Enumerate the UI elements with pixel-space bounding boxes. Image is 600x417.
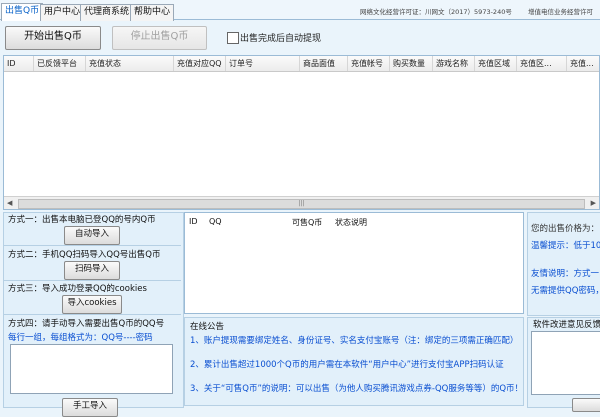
tab-help-center[interactable]: 帮助中心 [130, 4, 175, 21]
divider [3, 245, 181, 246]
start-selling-button[interactable]: 开始出售Q币 [5, 26, 101, 50]
column-header[interactable]: 充值区域 [475, 56, 517, 71]
method-2-label: 方式二：手机QQ扫码导入QQ号出售Q币 [8, 250, 161, 260]
tab-agent-system[interactable]: 代理商系统 [80, 4, 134, 21]
scroll-left-icon[interactable]: ◀ [7, 199, 12, 207]
method-4-hint: 每行一组，每组格式为：QQ号----密码 [8, 333, 153, 343]
divider [3, 280, 181, 281]
notice-item: 1、账户提现需要绑定姓名、身份证号、实名支付宝账号（注：绑定的三项需正确匹配） [190, 336, 519, 346]
online-notice-panel: 在线公告 1、账户提现需要绑定姓名、身份证号、实名支付宝账号（注：绑定的三项需正… [184, 317, 524, 406]
qq-account-table[interactable]: ID QQ 可售Q币 状态说明 [184, 212, 524, 314]
column-header[interactable]: 订单号 [226, 56, 300, 71]
column-header[interactable]: ID [189, 217, 198, 226]
icp-license-text: 网络文化经营许可证：川网文（2017）5973-240号 [360, 8, 512, 16]
divider [3, 314, 181, 315]
tab-user-center[interactable]: 用户中心 [40, 4, 85, 21]
column-header[interactable]: 状态说明 [335, 217, 367, 228]
auto-withdraw-checkbox[interactable] [227, 32, 239, 44]
column-header[interactable]: 充值状态 [86, 56, 174, 71]
tab-bar: 出售Q币 用户中心 代理商系统 帮助中心 网络文化经营许可证：川网文（2017）… [0, 0, 600, 21]
price-label: 您的出售价格为： [531, 224, 600, 234]
qr-import-button[interactable]: 扫码导入 [64, 261, 120, 280]
stop-selling-button[interactable]: 停止出售Q币 [112, 26, 207, 50]
column-header[interactable]: 购买数量 [390, 56, 433, 71]
feedback-title: 软件改进意见反馈 [533, 320, 600, 330]
auto-import-button[interactable]: 自动导入 [64, 226, 120, 245]
method-1-label: 方式一：出售本电脑已登QQ的号内Q币 [8, 215, 156, 225]
column-header[interactable]: 商品面值 [300, 56, 348, 71]
cookies-import-button[interactable]: 导入cookies [62, 295, 122, 314]
column-header[interactable]: 充值对应QQ [174, 56, 226, 71]
tab-sell-qcoin[interactable]: 出售Q币 [1, 3, 44, 21]
notice-item: 2、累计出售超过1000个Q币的用户需在本软件“用户中心”进行支付宝APP扫码认… [190, 360, 504, 370]
telecom-license-text: 增值电信业务经营许可 [528, 8, 593, 16]
submit-feedback-button[interactable] [572, 398, 600, 412]
horizontal-scrollbar[interactable]: ◀ ||| ▶ [4, 196, 599, 209]
notice-title: 在线公告 [190, 322, 225, 332]
method-4-label: 方式四：请手动导入需要出售Q币的QQ号 [8, 319, 165, 329]
column-header[interactable]: 已反馈平台 [34, 56, 86, 71]
friendly-note: 友情说明：方式一 [531, 269, 600, 279]
column-header[interactable]: 充值区... [517, 56, 567, 71]
no-password-note: 无需提供QQ密码， [531, 286, 600, 296]
scrollbar-thumb[interactable]: ||| [18, 199, 585, 209]
auto-withdraw-label: 出售完成后自动提现 [240, 34, 322, 44]
method-3-label: 方式三：导入成功登录QQ的cookies [8, 284, 147, 294]
orders-table-header: ID 已反馈平台 充值状态 充值对应QQ 订单号 商品面值 充值帐号 购买数量 … [4, 56, 599, 72]
column-header[interactable]: 充值... [567, 56, 600, 71]
column-header[interactable]: 可售Q币 [292, 217, 322, 228]
column-header[interactable]: 充值帐号 [348, 56, 390, 71]
column-header[interactable]: QQ [209, 217, 222, 226]
price-tip: 温馨提示：低于10 [531, 241, 600, 251]
manual-import-textarea[interactable] [10, 344, 173, 394]
feedback-textarea[interactable] [531, 331, 600, 395]
orders-table[interactable]: ID 已反馈平台 充值状态 充值对应QQ 订单号 商品面值 充值帐号 购买数量 … [3, 55, 600, 210]
manual-import-button[interactable]: 手工导入 [62, 398, 118, 417]
notice-item: 3、关于“可售Q币”的说明：可以出售（为他人购买腾讯游戏点券-QQ服务等等）的Q… [190, 384, 524, 394]
column-header[interactable]: ID [4, 56, 34, 71]
column-header[interactable]: 游戏名称 [433, 56, 475, 71]
scroll-right-icon[interactable]: ▶ [591, 199, 596, 207]
